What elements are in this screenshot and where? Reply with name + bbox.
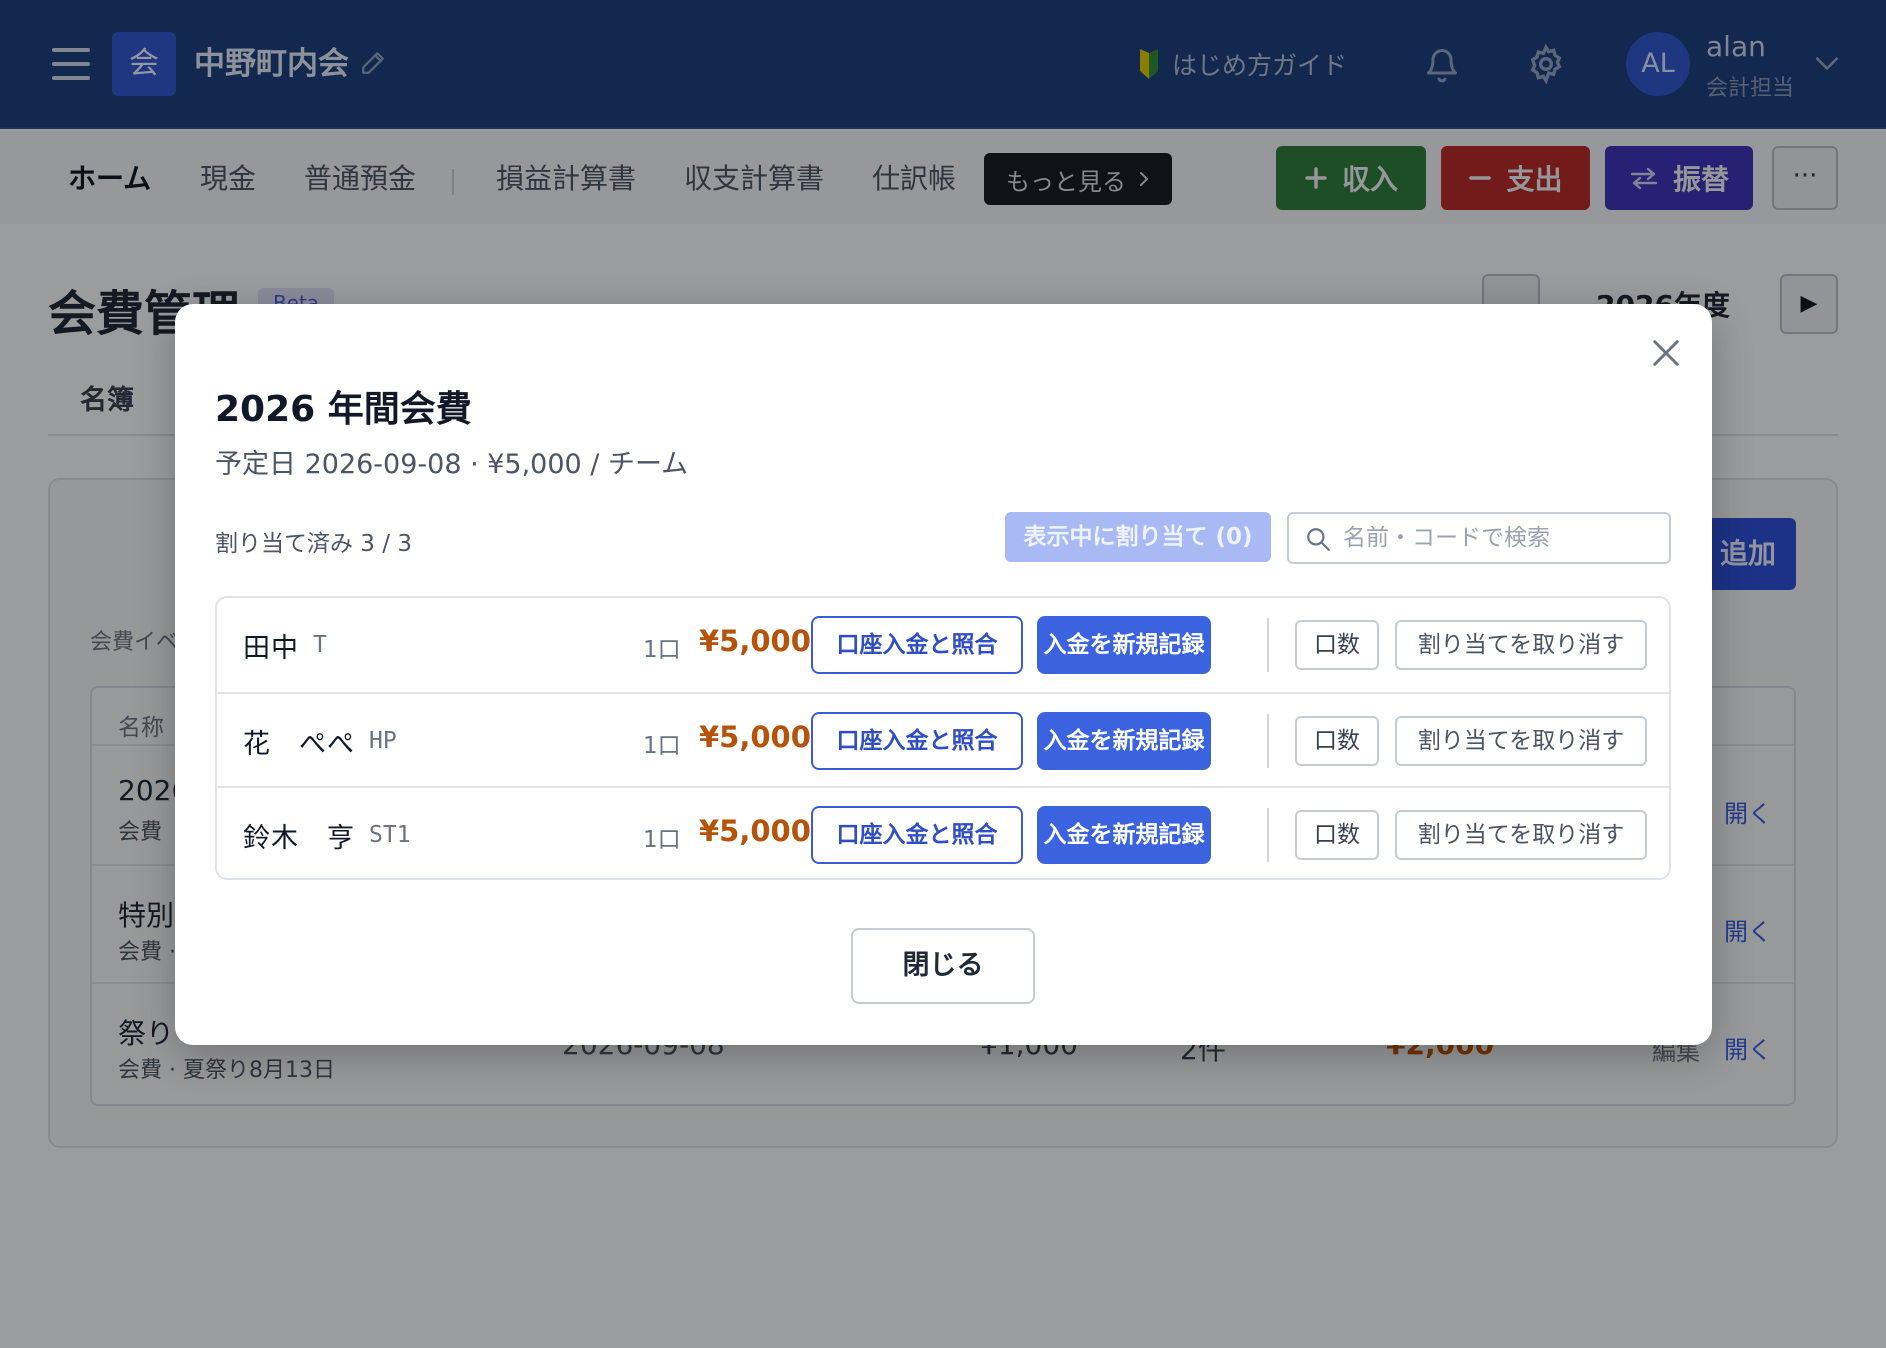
member-code: HP [369, 728, 397, 754]
assign-visible-button[interactable]: 表示中に割り当て (0) [1005, 512, 1271, 562]
member-units: 1口 [643, 733, 681, 759]
row-divider [1267, 618, 1269, 672]
member-row: 鈴木 亨 ST1 1口 ¥5,000 口座入金と照合 入金を新規記録 口数 割り… [217, 786, 1669, 878]
units-button[interactable]: 口数 [1295, 716, 1379, 766]
member-amount: ¥5,000 [699, 624, 811, 658]
member-name: 田中 [243, 633, 299, 664]
member-amount: ¥5,000 [699, 814, 811, 848]
member-row: 花 ぺぺ HP 1口 ¥5,000 口座入金と照合 入金を新規記録 口数 割り当… [217, 692, 1669, 786]
match-deposit-button[interactable]: 口座入金と照合 [811, 616, 1023, 674]
unassign-button[interactable]: 割り当てを取り消す [1395, 810, 1647, 860]
match-deposit-button[interactable]: 口座入金と照合 [811, 712, 1023, 770]
unassign-button[interactable]: 割り当てを取り消す [1395, 620, 1647, 670]
units-button[interactable]: 口数 [1295, 620, 1379, 670]
member-name: 花 ぺぺ [243, 729, 355, 760]
match-deposit-button[interactable]: 口座入金と照合 [811, 806, 1023, 864]
member-units: 1口 [643, 637, 681, 663]
record-payment-button[interactable]: 入金を新規記録 [1037, 616, 1211, 674]
close-icon[interactable] [1649, 336, 1683, 370]
member-list: 田中 T 1口 ¥5,000 口座入金と照合 入金を新規記録 口数 割り当てを取… [215, 596, 1671, 880]
close-button[interactable]: 閉じる [851, 928, 1035, 1004]
row-divider [1267, 808, 1269, 862]
row-divider [1267, 714, 1269, 768]
member-code: T [313, 632, 327, 658]
search-box [1287, 512, 1671, 564]
member-units: 1口 [643, 827, 681, 853]
member-amount: ¥5,000 [699, 720, 811, 754]
modal-subtitle: 予定日 2026-09-08 · ¥5,000 / チーム [215, 449, 689, 480]
search-icon [1307, 528, 1330, 551]
member-row: 田中 T 1口 ¥5,000 口座入金と照合 入金を新規記録 口数 割り当てを取… [217, 598, 1669, 692]
record-payment-button[interactable]: 入金を新規記録 [1037, 806, 1211, 864]
record-payment-button[interactable]: 入金を新規記録 [1037, 712, 1211, 770]
fee-assignment-modal: 2026 年間会費 予定日 2026-09-08 · ¥5,000 / チーム … [175, 304, 1712, 1045]
modal-title: 2026 年間会費 [215, 389, 472, 430]
units-button[interactable]: 口数 [1295, 810, 1379, 860]
assigned-count: 割り当て済み 3 / 3 [215, 531, 412, 557]
unassign-button[interactable]: 割り当てを取り消す [1395, 716, 1647, 766]
member-name: 鈴木 亨 [243, 823, 355, 854]
member-code: ST1 [369, 822, 411, 848]
search-input[interactable] [1343, 520, 1659, 556]
